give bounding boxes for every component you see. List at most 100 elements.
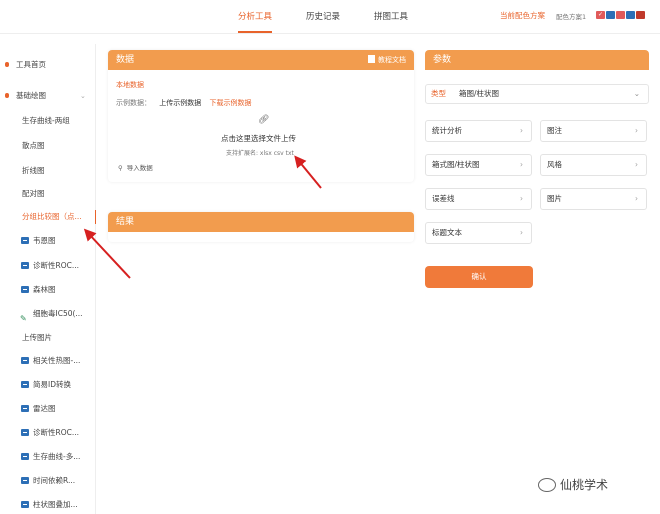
sidebar-item-bar-overlay[interactable]: 柱状图叠加... bbox=[0, 494, 96, 514]
sidebar-item-roc[interactable]: 诊断性ROC... bbox=[0, 255, 96, 277]
watermark-text: 仙桃学术 bbox=[560, 478, 609, 492]
data-panel-title: 数据 bbox=[116, 55, 135, 65]
swatch-5[interactable] bbox=[636, 11, 645, 19]
data-panel: 数据 教程文档 本地数据 示例数据： 上传示例数据 下载示例数据 🔗︎ 点击这里… bbox=[108, 50, 414, 182]
docs-label: 教程文档 bbox=[378, 56, 406, 64]
sidebar-item-label: 雷达图 bbox=[33, 404, 56, 413]
sidebar-item-paired[interactable]: 配对图 bbox=[0, 183, 96, 205]
sidebar-item-label: 基础绘图 bbox=[16, 91, 46, 100]
sidebar-item-label: 配对图 bbox=[22, 189, 45, 198]
chart-icon bbox=[21, 405, 29, 412]
chart-icon bbox=[21, 286, 29, 293]
dot-icon bbox=[5, 62, 9, 67]
active-indicator bbox=[95, 210, 96, 224]
top-nav: 分析工具 历史记录 拼图工具 当前配色方案 配色方案1 ✓ bbox=[0, 0, 660, 34]
sidebar-item-correlation-heatmap[interactable]: 相关性热图-... bbox=[0, 350, 96, 372]
sidebar-item-survival-two[interactable]: 生存曲线-两组 bbox=[0, 110, 96, 132]
style-button[interactable]: 风格 › bbox=[540, 154, 647, 176]
sidebar-item-time-roc[interactable]: 时间依赖R... bbox=[0, 470, 96, 492]
sidebar-item-ic50[interactable]: ✎ 细胞毒IC50(... bbox=[0, 303, 96, 325]
active-tab-indicator bbox=[238, 31, 272, 33]
sidebar-item-label: 折线图 bbox=[22, 166, 45, 175]
import-data-label: 导入数据 bbox=[126, 164, 153, 172]
sidebar-item-upload-image[interactable]: 上传图片 bbox=[0, 327, 96, 349]
sidebar-item-label: 森林图 bbox=[33, 285, 56, 294]
color-scheme-label: 配色方案1 bbox=[556, 13, 587, 21]
sidebar-item-label: 工具首页 bbox=[16, 60, 46, 69]
upload-sample-link[interactable]: 上传示例数据 bbox=[159, 99, 201, 107]
chart-icon bbox=[21, 381, 29, 388]
chart-icon bbox=[21, 501, 29, 508]
dot-icon bbox=[5, 93, 9, 98]
sidebar-item-label: 生存曲线-多... bbox=[33, 452, 81, 461]
params-panel-header: 参数 bbox=[425, 50, 649, 70]
swatch-1[interactable]: ✓ bbox=[596, 11, 605, 19]
chevron-right-icon: › bbox=[520, 160, 523, 169]
chevron-right-icon: › bbox=[520, 194, 523, 203]
download-sample-link[interactable]: 下载示例数据 bbox=[209, 99, 251, 107]
swatch-2[interactable] bbox=[606, 11, 615, 19]
sidebar-item-forest[interactable]: 森林图 bbox=[0, 279, 96, 301]
chevron-right-icon: › bbox=[635, 126, 638, 135]
sidebar-item-survival-multi[interactable]: 生存曲线-多... bbox=[0, 446, 96, 468]
tab-history[interactable]: 历史记录 bbox=[306, 10, 340, 22]
button-label: 箱式图/柱状图 bbox=[432, 160, 480, 169]
sample-data-label: 示例数据： bbox=[116, 99, 151, 107]
sidebar-item-line[interactable]: 折线图 bbox=[0, 160, 96, 182]
params-panel: 参数 类型 箱图/柱状图 ⌄ 统计分析 › 图注 › 箱式图/柱状图 › 风格 › 误差… bbox=[425, 50, 649, 250]
sidebar-item-radar[interactable]: 雷达图 bbox=[0, 398, 96, 420]
wechat-logo bbox=[538, 478, 556, 492]
import-data-button[interactable]: ⚲ 导入数据 bbox=[118, 162, 153, 172]
color-swatches[interactable]: ✓ bbox=[596, 11, 645, 19]
type-select[interactable]: 类型 箱图/柱状图 ⌄ bbox=[425, 84, 649, 104]
paperclip-icon[interactable]: 🔗︎ bbox=[258, 115, 269, 125]
sidebar-item-scatter[interactable]: 散点图 bbox=[0, 135, 96, 157]
tab-collage-tools[interactable]: 拼图工具 bbox=[374, 10, 408, 22]
sidebar-group-basic-plots[interactable]: 基础绘图 ⌄ bbox=[0, 85, 96, 107]
document-icon bbox=[368, 55, 375, 63]
sidebar-item-venn[interactable]: 韦恩图 bbox=[0, 230, 96, 252]
stats-analysis-button[interactable]: 统计分析 › bbox=[425, 120, 532, 142]
sidebar-item-label: 简易ID转换 bbox=[33, 380, 71, 389]
sidebar-item-label: 散点图 bbox=[22, 141, 45, 150]
swatch-3[interactable] bbox=[616, 11, 625, 19]
link-icon: ⚲ bbox=[118, 164, 123, 172]
box-bar-button[interactable]: 箱式图/柱状图 › bbox=[425, 154, 532, 176]
title-text-button[interactable]: 标题文本 › bbox=[425, 222, 532, 244]
sidebar-item-label: 上传图片 bbox=[22, 333, 52, 342]
sidebar: 工具首页 基础绘图 ⌄ 生存曲线-两组 散点图 折线图 配对图 分组比较图（点.… bbox=[0, 44, 96, 514]
tab-analysis-tools[interactable]: 分析工具 bbox=[238, 10, 272, 22]
confirm-button[interactable]: 确认 bbox=[425, 266, 533, 288]
sidebar-item-id-convert[interactable]: 简易ID转换 bbox=[0, 374, 96, 396]
chart-icon bbox=[21, 429, 29, 436]
sidebar-item-label: 韦恩图 bbox=[33, 236, 56, 245]
result-panel-title: 结果 bbox=[116, 217, 135, 227]
sample-data-row: 示例数据： 上传示例数据 下载示例数据 bbox=[116, 98, 251, 108]
type-value: 箱图/柱状图 bbox=[459, 89, 500, 98]
button-label: 误差线 bbox=[432, 194, 455, 203]
local-data-tab[interactable]: 本地数据 bbox=[116, 80, 144, 90]
error-bar-button[interactable]: 误差线 › bbox=[425, 188, 532, 210]
chevron-down-icon: ⌄ bbox=[633, 89, 640, 98]
sidebar-item-label: 柱状图叠加... bbox=[33, 500, 78, 509]
params-panel-title: 参数 bbox=[433, 55, 452, 65]
button-label: 风格 bbox=[547, 160, 562, 169]
button-label: 图注 bbox=[547, 126, 562, 135]
swatch-4[interactable] bbox=[626, 11, 635, 19]
sidebar-item-roc-2[interactable]: 诊断性ROC... bbox=[0, 422, 96, 444]
sidebar-item-label: 生存曲线-两组 bbox=[22, 116, 70, 125]
upload-area-text[interactable]: 点击这里选择文件上传 bbox=[221, 133, 296, 144]
current-color-scheme-link[interactable]: 当前配色方案 bbox=[500, 10, 545, 21]
docs-link[interactable]: 教程文档 bbox=[368, 50, 406, 70]
chevron-right-icon: › bbox=[635, 160, 638, 169]
supported-extensions: 支持扩展名: xlsx csv txt bbox=[226, 150, 294, 157]
legend-button[interactable]: 图注 › bbox=[540, 120, 647, 142]
sidebar-item-group-compare[interactable]: 分组比较图（点... bbox=[0, 206, 96, 228]
button-label: 标题文本 bbox=[432, 228, 462, 237]
chevron-down-icon: ⌄ bbox=[80, 92, 86, 100]
sidebar-item-home[interactable]: 工具首页 bbox=[0, 54, 96, 76]
image-button[interactable]: 图片 › bbox=[540, 188, 647, 210]
button-label: 统计分析 bbox=[432, 126, 462, 135]
chart-icon bbox=[21, 477, 29, 484]
button-label: 图片 bbox=[547, 194, 562, 203]
